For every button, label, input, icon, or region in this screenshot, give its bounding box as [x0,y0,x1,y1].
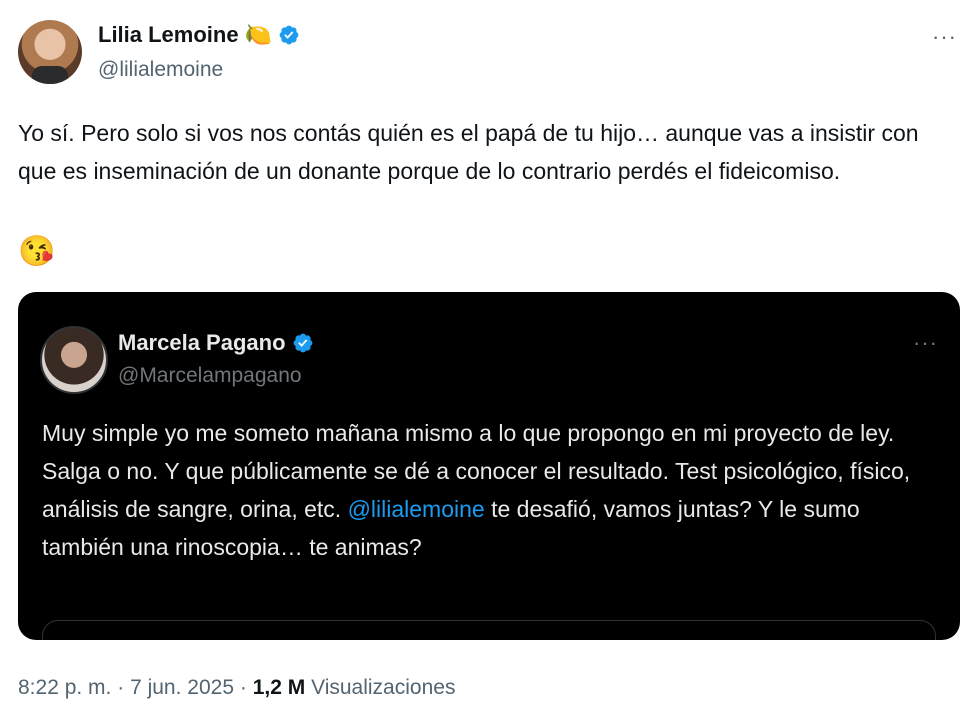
author-name[interactable]: Lilia Lemoine [98,22,239,48]
quoted-author-name[interactable]: Marcela Pagano [118,330,286,356]
views-count: 1,2 M [252,676,306,699]
kiss-emoji-icon: 😘 [18,235,56,268]
quoted-tweet[interactable]: Marcela Pagano @Marcelampagano ··· Muy s… [18,292,960,640]
tweet-date[interactable]: 7 jun. 2025 [130,676,234,699]
verified-badge-icon [293,333,312,353]
mention-link[interactable]: @lilialemoine [348,496,485,522]
quoted-media-card[interactable] [42,620,936,640]
author-handle[interactable]: @lilialemoine [98,58,223,82]
quoted-author-avatar[interactable] [40,326,108,394]
author-avatar[interactable] [18,20,82,84]
meta-separator: · [239,676,247,699]
meta-separator: · [117,676,125,699]
more-options-button[interactable]: ··· [932,24,957,50]
author-name-row: Lilia Lemoine 🍋 [98,22,300,48]
quoted-more-options-button[interactable]: ··· [913,330,938,356]
tweet-metadata: 8:22 p. m. · 7 jun. 2025 · 1,2 M Visuali… [18,676,455,700]
quoted-tweet-text: Muy simple yo me someto mañana mismo a l… [42,414,922,566]
lemon-emoji-icon: 🍋 [244,22,272,47]
quoted-author-name-row: Marcela Pagano [118,330,314,356]
verified-badge-icon [279,25,299,45]
tweet-time[interactable]: 8:22 p. m. [18,676,111,699]
tweet-text: Yo sí. Pero solo si vos nos contás quién… [18,120,919,184]
quoted-author-handle[interactable]: @Marcelampagano [118,364,302,388]
views-label: Visualizaciones [311,676,456,699]
